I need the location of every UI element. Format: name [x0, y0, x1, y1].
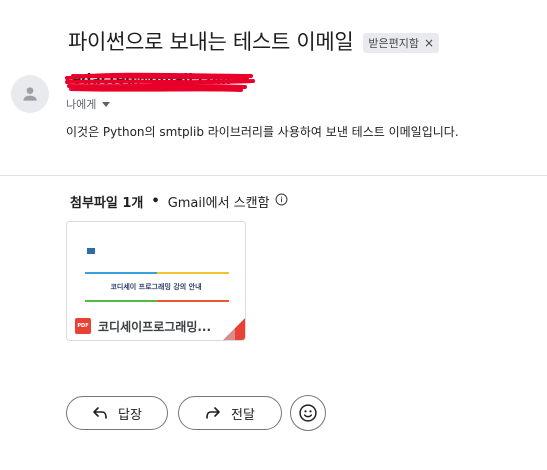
- inbox-label-chip[interactable]: 받은편지함 ×: [363, 32, 440, 53]
- avatar[interactable]: [11, 75, 49, 113]
- sender[interactable]: redacted@gmail.com: [65, 72, 265, 92]
- attachment-file-bar[interactable]: PDF 코디세이프로그래밍...: [67, 312, 245, 340]
- attachment-card[interactable]: 코디세이 프로그래밍 강의 안내 PDF 코디세이프로그래밍...: [66, 221, 246, 341]
- subject-row: 파이썬으로 보내는 테스트 이메일 받은편지함 ×: [68, 26, 440, 56]
- emoji-reaction-button[interactable]: [290, 395, 326, 431]
- attachment-file-name: 코디세이프로그래밍...: [98, 319, 212, 334]
- remove-label-icon[interactable]: ×: [424, 36, 434, 50]
- scan-status: Gmail에서 스캔함: [167, 196, 270, 211]
- thumbnail-logo: [87, 248, 97, 254]
- thumbnail-rule-bottom: [85, 300, 229, 302]
- forward-label: 전달: [231, 407, 255, 423]
- separator-dot: •: [151, 194, 160, 209]
- page-fold-icon: [223, 318, 245, 340]
- logo-mark-icon: [87, 248, 95, 254]
- forward-button[interactable]: 전달: [178, 396, 282, 430]
- divider: [0, 175, 547, 176]
- thumbnail-rule-top: [85, 272, 229, 274]
- label-text: 받은편지함: [368, 36, 420, 50]
- reply-icon: [93, 407, 107, 419]
- redaction-scribble: [65, 72, 255, 92]
- forward-icon: [206, 407, 220, 419]
- person-icon: [23, 87, 37, 101]
- smiley-icon: [299, 404, 317, 422]
- email-body: 이것은 Python의 smtplib 라이브러리를 사용하여 보낸 테스트 이…: [66, 125, 459, 139]
- recipient-details[interactable]: 나에게: [66, 96, 111, 112]
- action-bar: 답장 전달: [66, 395, 326, 431]
- info-icon[interactable]: [275, 193, 288, 210]
- thumbnail-title: 코디세이 프로그래밍 강의 안내: [110, 283, 202, 291]
- chevron-down-icon[interactable]: [102, 102, 111, 107]
- pdf-icon: PDF: [75, 318, 91, 334]
- attachment-thumbnail: 코디세이 프로그래밍 강의 안내: [67, 222, 245, 308]
- reply-label: 답장: [118, 407, 142, 423]
- attachments-header: 첨부파일 1개 • Gmail에서 스캔함: [70, 192, 288, 211]
- email-subject: 파이썬으로 보내는 테스트 이메일: [68, 30, 354, 54]
- reply-button[interactable]: 답장: [66, 396, 168, 430]
- recipient-label: 나에게: [66, 98, 97, 111]
- attachment-count: 첨부파일 1개: [70, 196, 144, 211]
